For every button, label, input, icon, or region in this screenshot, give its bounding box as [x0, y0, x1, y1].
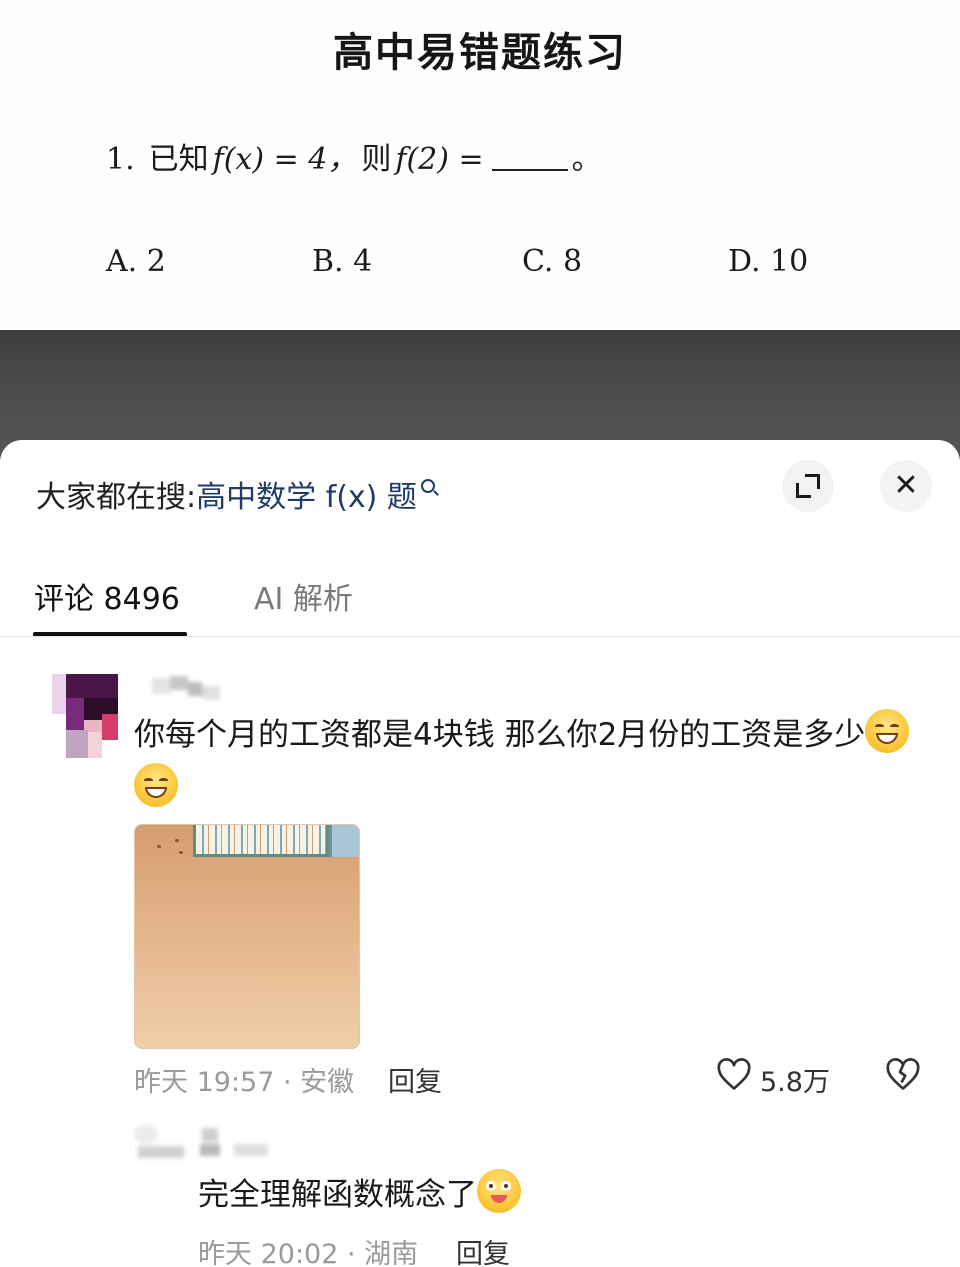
comment-time-location: 昨天 19:57 · 安徽 — [134, 1067, 355, 1098]
expand-icon — [796, 474, 820, 498]
comment-body: 你每个月的工资都是4块钱 那么你2月份的工资是多少 — [134, 717, 866, 753]
question-number: 1. — [106, 142, 135, 177]
trending-search[interactable]: 大家都在搜:高中数学 f(x) 题 — [36, 472, 435, 516]
tab-divider — [0, 636, 960, 637]
question-given: f(x) = 4， — [212, 142, 358, 177]
search-icon — [420, 479, 435, 493]
grin-emoji — [865, 709, 910, 753]
heart-icon[interactable] — [716, 1057, 752, 1093]
question-prefix: 已知 — [148, 142, 209, 177]
grin-emoji — [134, 763, 178, 807]
like-count: 5.8万 — [760, 1067, 830, 1098]
comment-body: 完全理解函数概念了 — [198, 1177, 477, 1213]
question-suffix: 。 — [571, 142, 602, 177]
option-c: C. 8 — [522, 244, 583, 279]
search-label: 大家都在搜: — [36, 480, 197, 515]
comment-image[interactable] — [134, 824, 360, 1049]
wall-drawing — [329, 825, 359, 857]
question-line: 1. 已知 f(x) = 4，则 f(2) = 。 — [106, 134, 602, 178]
worksheet-image: 高中易错题练习 1. 已知 f(x) = 4，则 f(2) =。 A. 2 B. 4 … — [0, 0, 960, 330]
comment-text: 你每个月的工资都是4块钱 那么你2月份的工资是多少 — [134, 708, 924, 816]
tab-comments[interactable]: 评论 8496 — [34, 574, 180, 618]
close-button[interactable]: ✕ — [880, 460, 932, 512]
comment-time-location: 昨天 20:02 · 湖南 — [198, 1239, 419, 1267]
bookshelf-drawing — [193, 825, 329, 857]
username-redacted — [152, 676, 220, 702]
close-icon: ✕ — [893, 468, 919, 503]
broken-heart-icon[interactable] — [885, 1057, 921, 1093]
search-term-link[interactable]: 高中数学 f(x) 题 — [196, 480, 417, 515]
username-redacted — [134, 1120, 274, 1160]
option-b: B. 4 — [312, 244, 373, 279]
comment-text: 完全理解函数概念了 — [198, 1168, 898, 1222]
option-a: A. 2 — [106, 244, 166, 279]
reply-button[interactable]: 回复 — [388, 1060, 442, 1099]
dizzy-face-emoji — [477, 1169, 521, 1213]
answer-blank — [491, 143, 568, 171]
reply-button[interactable]: 回复 — [456, 1232, 510, 1267]
avatar[interactable] — [48, 674, 118, 758]
question-then: 则 — [361, 142, 392, 177]
option-d: D. 10 — [728, 244, 809, 279]
question-ask: f(2) = — [395, 142, 484, 177]
worksheet-title: 高中易错题练习 — [333, 29, 627, 76]
tab-ai-analysis[interactable]: AI 解析 — [254, 574, 353, 618]
expand-button[interactable] — [782, 460, 834, 512]
